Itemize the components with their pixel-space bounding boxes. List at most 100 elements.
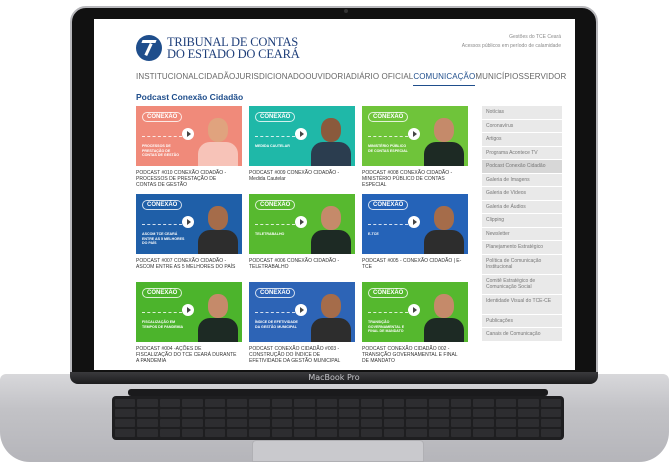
play-icon[interactable] — [408, 128, 420, 140]
podcast-card[interactable]: CONEXÃO MINISTÉRIO PÚBLICO DE CONTAS ESPE… — [362, 106, 468, 194]
podcast-title-link[interactable]: PODCAST #006 CONEXÃO CIDADÃO - TELETRABA… — [249, 258, 355, 270]
keyboard-key — [316, 429, 337, 437]
sidebar-item[interactable]: Canais de Comunicação — [482, 328, 562, 342]
sidebar-item[interactable]: Notícias — [482, 106, 562, 120]
podcast-title-link[interactable]: PODCAST #009 CONEXÃO CIDADÃO - Medida Ca… — [249, 170, 355, 182]
sidebar-item[interactable]: Programa Acontece TV — [482, 146, 562, 160]
sidebar-item[interactable]: Galeria de Vídeos — [482, 187, 562, 201]
sidebar-item[interactable]: Galeria de Áudios — [482, 200, 562, 214]
podcast-title-link[interactable]: PODCAST #010 CONEXÃO CIDADÃO - PROCESSOS… — [136, 170, 242, 188]
podcast-card[interactable]: CONEXÃO TELETRABALHO PODCAST #006 CONEXÃO … — [249, 194, 355, 282]
play-icon[interactable] — [182, 128, 194, 140]
audio-wave-icon — [255, 136, 295, 140]
play-icon[interactable] — [408, 304, 420, 316]
nav-comunicacao[interactable]: COMUNICAÇÃO — [413, 72, 476, 86]
podcast-thumbnail[interactable]: CONEXÃO ASCOM TCE CEARÁ ENTRE AS 5 MELHOR… — [136, 194, 242, 254]
util-link-acessos[interactable]: Acessos públicos em período de calamidad… — [462, 42, 561, 51]
nav-jurisdicionado[interactable]: JURISDICIONADO — [235, 72, 305, 86]
keyboard-key — [249, 429, 270, 437]
sidebar-item[interactable]: Podcast Conexão Cidadão — [482, 160, 562, 174]
podcast-thumbnail[interactable]: CONEXÃO ÍNDICE DE EFETIVIDADE DA GESTÃO M… — [249, 282, 355, 342]
play-icon[interactable] — [295, 304, 307, 316]
nav-cidadao[interactable]: CIDADÃO — [198, 72, 235, 86]
tce-logo-icon[interactable] — [136, 35, 162, 61]
keyboard-key — [518, 429, 539, 437]
sidebar-item[interactable]: Coronavírus — [482, 119, 562, 133]
audio-wave-icon — [255, 224, 295, 228]
keyboard-key — [473, 409, 494, 417]
host-photo — [311, 202, 351, 254]
keyboard-key — [115, 399, 136, 407]
thumbnail-caption: TRANSIÇÃO GOVERNAMENTAL E FINAL DE MANDA… — [368, 320, 405, 333]
sidebar-item[interactable]: Artigos — [482, 133, 562, 147]
podcast-title-link[interactable]: PODCAST CONEXÃO CIDADÃO #003 - CONSTRUÇÃ… — [249, 346, 355, 364]
podcast-title-link[interactable]: PODCAST CONEXÃO CIDADÃO 002 - TRANSIÇÃO … — [362, 346, 468, 364]
keyboard-key — [182, 409, 203, 417]
podcast-thumbnail[interactable]: CONEXÃO TELETRABALHO — [249, 194, 355, 254]
play-icon[interactable] — [182, 216, 194, 228]
podcast-thumbnail[interactable]: CONEXÃO MEDIDA CAUTELAR — [249, 106, 355, 166]
page-title: Podcast Conexão Cidadão — [136, 92, 244, 102]
keyboard-key — [115, 409, 136, 417]
podcast-card[interactable]: CONEXÃO ASCOM TCE CEARÁ ENTRE AS 5 MELHOR… — [136, 194, 242, 282]
play-icon[interactable] — [182, 304, 194, 316]
play-icon[interactable] — [408, 216, 420, 228]
keyboard-key — [450, 399, 472, 407]
podcast-card[interactable]: CONEXÃO E-TCE PODCAST #005 - CONEXÃO CIDAD… — [362, 194, 468, 282]
conexao-brand-badge: CONEXÃO — [255, 200, 296, 210]
conexao-brand-badge: CONEXÃO — [142, 288, 183, 298]
sidebar-item[interactable]: Publicações — [482, 314, 562, 328]
podcast-thumbnail[interactable]: CONEXÃO PROCESSOS DE PRESTAÇÃO DE CONTAS … — [136, 106, 242, 166]
keyboard-key — [540, 399, 561, 407]
util-link-gestoes[interactable]: Gestões do TCE Ceará — [462, 33, 561, 42]
site-logo-text[interactable]: TRIBUNAL DE CONTAS DO ESTADO DO CEARÁ — [167, 36, 300, 61]
play-icon[interactable] — [295, 128, 307, 140]
keyboard-key — [159, 429, 181, 437]
nav-servidor[interactable]: SERVIDOR — [524, 72, 566, 86]
keyboard — [112, 396, 564, 440]
sidebar-item[interactable]: Galeria de Imagens — [482, 173, 562, 187]
thumbnail-caption: ASCOM TCE CEARÁ ENTRE AS 5 MELHORES DO P… — [142, 232, 185, 245]
podcast-card[interactable]: CONEXÃO PROCESSOS DE PRESTAÇÃO DE CONTAS … — [136, 106, 242, 194]
nav-diario-oficial[interactable]: DIÁRIO OFICIAL — [351, 72, 413, 86]
podcast-title-link[interactable]: PODCAST #004 -AÇÕES DE FISCALIZAÇÃO DO T… — [136, 346, 242, 364]
sidebar-item[interactable]: Identidade Visual do TCE-CE — [482, 294, 562, 315]
conexao-brand-badge: CONEXÃO — [368, 288, 409, 298]
keyboard-key — [495, 409, 517, 417]
podcast-title-link[interactable]: PODCAST #008 CONEXÃO CIDADÃO - MINISTÉRI… — [362, 170, 468, 188]
podcast-thumbnail[interactable]: CONEXÃO E-TCE — [362, 194, 468, 254]
podcast-thumbnail[interactable]: CONEXÃO MINISTÉRIO PÚBLICO DE CONTAS ESPE… — [362, 106, 468, 166]
podcast-thumbnail[interactable]: CONEXÃO FISCALIZAÇÃO EM TEMPOS DE PANDEMI… — [136, 282, 242, 342]
host-photo — [198, 290, 238, 342]
keyboard-key — [249, 409, 270, 417]
keyboard-key — [249, 399, 270, 407]
sidebar-item[interactable]: Planejamento Estratégico — [482, 241, 562, 255]
sidebar-item[interactable]: Newsletter — [482, 227, 562, 241]
keyboard-key — [137, 399, 158, 407]
keyboard-key — [271, 429, 293, 437]
nav-municipios[interactable]: MUNICÍPIOS — [475, 72, 524, 86]
podcast-card[interactable]: CONEXÃO FISCALIZAÇÃO EM TEMPOS DE PANDEMI… — [136, 282, 242, 370]
keyboard-key — [294, 409, 315, 417]
keyboard-key — [249, 419, 270, 427]
keyboard-key — [428, 409, 449, 417]
sidebar-item[interactable]: Clipping — [482, 214, 562, 228]
keyboard-key — [137, 409, 158, 417]
podcast-card[interactable]: CONEXÃO ÍNDICE DE EFETIVIDADE DA GESTÃO M… — [249, 282, 355, 370]
audio-wave-icon — [142, 312, 182, 316]
podcast-thumbnail[interactable]: CONEXÃO TRANSIÇÃO GOVERNAMENTAL E FINAL D… — [362, 282, 468, 342]
keyboard-key — [338, 399, 360, 407]
play-icon[interactable] — [295, 216, 307, 228]
podcast-card[interactable]: CONEXÃO MEDIDA CAUTELAR PODCAST #009 CONEX… — [249, 106, 355, 194]
keyboard-key — [182, 429, 203, 437]
nav-institucional[interactable]: INSTITUCIONAL — [136, 72, 198, 86]
nav-ouvidoria[interactable]: OUVIDORIA — [305, 72, 351, 86]
sidebar-item[interactable]: Comitê Estratégico de Comunicação Social — [482, 274, 562, 295]
sidebar-menu: Notícias Coronavírus Artigos Programa Acont… — [482, 106, 562, 342]
thumbnail-caption: TELETRABALHO — [255, 232, 285, 236]
sidebar-item[interactable]: Política de Comunicação Institucional — [482, 254, 562, 275]
site-header: TRIBUNAL DE CONTAS DO ESTADO DO CEARÁ Ge… — [94, 19, 575, 71]
podcast-title-link[interactable]: PODCAST #005 - CONEXÃO CIDADÃO | E-TCE — [362, 258, 468, 270]
podcast-title-link[interactable]: PODCAST #007 CONEXÃO CIDADÃO - ASCOM ENT… — [136, 258, 242, 270]
podcast-card[interactable]: CONEXÃO TRANSIÇÃO GOVERNAMENTAL E FINAL D… — [362, 282, 468, 370]
